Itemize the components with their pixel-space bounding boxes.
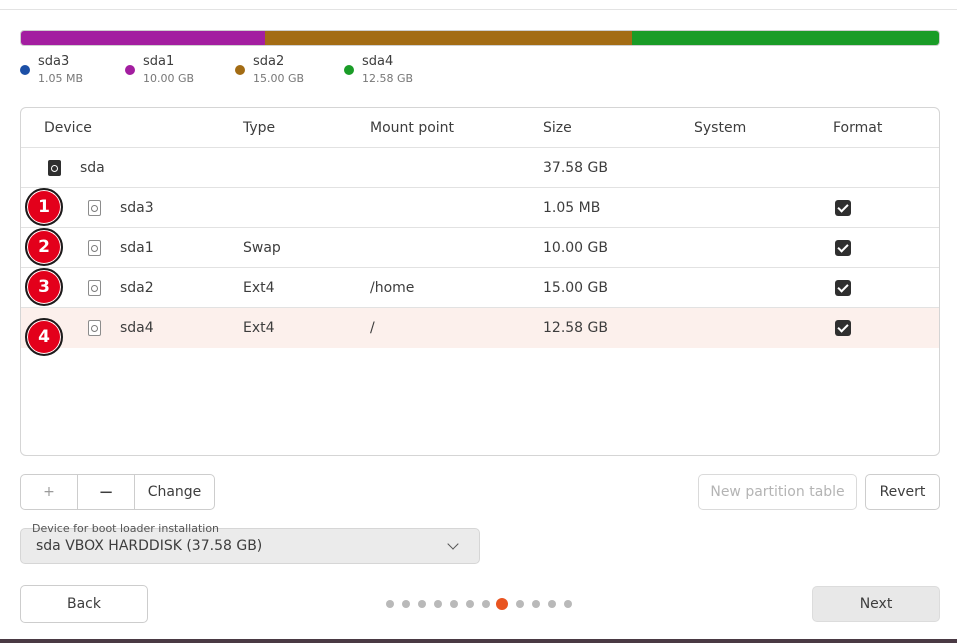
legend-size: 1.05 MB — [38, 72, 84, 85]
step-dot — [516, 600, 524, 608]
header-size[interactable]: Size — [543, 108, 572, 148]
usage-segment-sda4 — [631, 31, 939, 45]
bootloader-device-value: sda VBOX HARDDISK (37.58 GB) — [36, 538, 263, 554]
header-type[interactable]: Type — [243, 108, 275, 148]
partition-type: Ext4 — [243, 280, 275, 296]
header-format[interactable]: Format — [833, 108, 882, 148]
annotation-marker: 2 — [25, 228, 63, 266]
partition-device: sda2 — [120, 280, 154, 296]
legend-size: 15.00 GB — [253, 72, 305, 85]
remove-partition-button[interactable]: − — [77, 475, 134, 509]
legend-size: 10.00 GB — [143, 72, 195, 85]
header-divider — [0, 9, 957, 10]
chevron-down-icon — [447, 538, 459, 550]
table-row-sda2[interactable]: sda2 Ext4/home 15.00 GB — [21, 268, 939, 308]
step-dot — [418, 600, 426, 608]
table-row-sda4[interactable]: sda4 Ext4 / 12.58 GB — [21, 308, 939, 348]
header-system[interactable]: System — [694, 108, 746, 148]
partition-device: sda3 — [120, 200, 154, 216]
usage-segment-sda2 — [265, 31, 632, 45]
disk-size: 37.58 GB — [543, 160, 608, 176]
usage-segment-sda1 — [21, 31, 266, 45]
partition-mount-point: /home — [370, 280, 415, 296]
table-header-row: Device Type Mount point Size System Form… — [21, 108, 939, 148]
back-button[interactable]: Back — [20, 585, 148, 623]
step-dot — [482, 600, 490, 608]
next-button[interactable]: Next — [812, 586, 940, 622]
legend-dot — [20, 65, 30, 75]
legend-name: sda1 — [143, 54, 175, 69]
partition-size: 15.00 GB — [543, 280, 608, 296]
header-device[interactable]: Device — [44, 108, 92, 148]
partition-icon — [88, 320, 101, 336]
revert-button[interactable]: Revert — [865, 474, 940, 510]
step-dot — [564, 600, 572, 608]
format-checkbox[interactable] — [835, 200, 851, 216]
partition-size: 1.05 MB — [543, 200, 601, 216]
partition-device: sda4 — [120, 320, 154, 336]
annotation-marker: 3 — [25, 268, 63, 306]
legend-dot — [125, 65, 135, 75]
partition-type: Swap — [243, 240, 281, 256]
partition-type: Ext4 — [243, 320, 275, 336]
format-checkbox[interactable] — [835, 320, 851, 336]
partition-table: Device Type Mount point Size System Form… — [20, 107, 940, 456]
partition-mount-point: / — [370, 320, 375, 336]
step-dot — [466, 600, 474, 608]
new-partition-table-button[interactable]: New partition table — [698, 474, 857, 510]
table-row-disk[interactable]: sda 37.58 GB — [21, 148, 939, 188]
step-dot — [386, 600, 394, 608]
partition-icon — [88, 200, 101, 216]
legend-dot — [235, 65, 245, 75]
table-row-sda3[interactable]: sda3 1.05 MB — [21, 188, 939, 228]
format-checkbox[interactable] — [835, 280, 851, 296]
partition-size: 10.00 GB — [543, 240, 608, 256]
format-checkbox[interactable] — [835, 240, 851, 256]
partition-icon — [88, 280, 101, 296]
change-partition-button[interactable]: Change — [134, 475, 214, 509]
step-dot — [450, 600, 458, 608]
legend-size: 12.58 GB — [362, 72, 414, 85]
drive-icon — [48, 160, 61, 176]
partition-icon — [88, 240, 101, 256]
partition-usage-bar — [20, 30, 940, 46]
bootloader-device-label: Device for boot loader installation — [32, 522, 220, 535]
table-row-sda1[interactable]: sda1 Swap 10.00 GB — [21, 228, 939, 268]
legend-name: sda3 — [38, 54, 70, 69]
step-dot — [402, 600, 410, 608]
step-dot — [548, 600, 556, 608]
partition-size: 12.58 GB — [543, 320, 608, 336]
step-dot — [434, 600, 442, 608]
partition-edit-buttons: + − Change — [20, 474, 215, 510]
annotation-marker: 1 — [25, 188, 63, 226]
header-mount-point[interactable]: Mount point — [370, 108, 454, 148]
legend-name: sda2 — [253, 54, 285, 69]
add-partition-button[interactable]: + — [21, 475, 77, 509]
partition-device: sda1 — [120, 240, 154, 256]
step-dot-current — [496, 598, 508, 610]
legend-name: sda4 — [362, 54, 394, 69]
step-dot — [532, 600, 540, 608]
annotation-marker: 4 — [25, 318, 63, 356]
window-bottom-edge — [0, 639, 957, 643]
disk-device: sda — [80, 160, 105, 176]
legend-dot — [344, 65, 354, 75]
